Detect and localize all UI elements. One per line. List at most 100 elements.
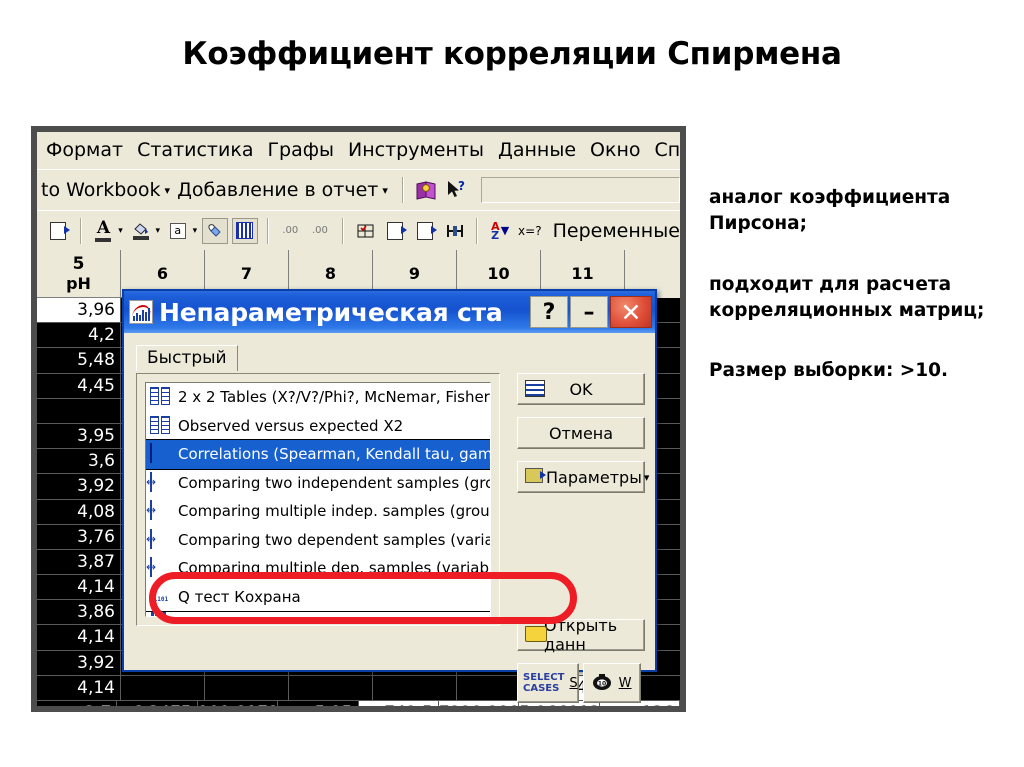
list-item-label: Correlations (Spearman, Kendall tau, gam… [178,445,490,464]
add-to-report-label[interactable]: Добавление в отчет [177,179,378,201]
cell-ph[interactable]: 3,87 [37,549,121,575]
help-cursor-icon[interactable]: ? [443,177,469,203]
cell-value[interactable]: 6.3475 [117,701,198,706]
menu-item-statistics[interactable]: Статистика [130,132,260,167]
column-header-5[interactable]: 5 pH [37,250,121,298]
cell-ph[interactable]: 3,96 [37,298,121,323]
brush-icon[interactable] [202,217,228,244]
cell-value[interactable]: 742.5 [358,701,439,706]
nonparametric-statistics-dialog[interactable]: Непараметрическая ста ? – ✕ Быстрый 2 x … [122,289,657,703]
cell-format-icon[interactable]: a [165,218,191,244]
add-cases-icon[interactable] [382,218,408,244]
list-item[interactable]: Comparing two dependent samples (variabl… [146,526,490,555]
cell-ph[interactable] [37,398,121,423]
menu-item-help[interactable]: Сп [648,132,681,167]
ok-icon [525,380,545,397]
cell-ph[interactable]: 4,08 [37,499,121,524]
book-icon[interactable] [413,177,439,203]
dialog-title-bar[interactable]: Непараметрическая ста ? – ✕ [124,291,655,333]
menu-item-tools[interactable]: Инструменты [341,132,491,167]
open-data-button[interactable]: Открыть данн [517,616,645,654]
chevron-down-icon[interactable]: ▾ [193,226,198,236]
menu-item-data[interactable]: Данные [491,132,583,167]
options-button[interactable]: Параметры ▾ [517,461,649,493]
menu-item-graphs[interactable]: Графы [260,132,341,167]
close-button[interactable]: ✕ [610,296,652,328]
list-item[interactable]: Observed versus expected X2 [146,412,490,441]
cell-ph[interactable]: 4,14 [37,575,121,600]
svg-text:?: ? [458,180,465,193]
weight-shortcut: W [618,675,632,691]
cell-ph[interactable]: 3,95 [37,423,121,449]
fill-color-icon[interactable] [128,218,154,244]
add-to-workbook-label[interactable]: to Workbook [41,179,161,201]
cell-ph[interactable]: 3,76 [37,524,121,549]
weight-button[interactable]: 10 W [582,663,641,703]
help-button[interactable]: ? [530,296,568,328]
formula-label: x=? [518,223,542,238]
cell-value[interactable]: 7229.221 [438,701,520,706]
cell-ph[interactable]: 4,45 [37,373,121,398]
cancel-label: Отмена [548,423,614,443]
toolbar-primary: to Workbook ▾ Добавление в отчет ▾ ? [37,169,680,210]
cell-ph[interactable]: 3,92 [37,474,121,499]
list-item[interactable]: Comparing multiple indep. samples (group… [146,497,490,526]
formula-icon[interactable]: x=? [517,218,543,244]
toolbar-separator [79,217,82,244]
formula-entry-field[interactable] [480,177,680,203]
cell-ph[interactable]: 3,7 [37,701,118,706]
cell-ph[interactable]: 5,48 [37,348,121,373]
cell-value[interactable] [121,675,205,700]
increase-decimal-icon[interactable]: .00 [307,218,333,244]
chevron-down-icon[interactable]: ▾ [165,184,171,197]
open-data-label: Открыть данн [544,616,618,654]
cancel-button[interactable]: Отмена [517,417,645,449]
minimize-button[interactable]: – [570,296,608,328]
options-icon [525,468,546,483]
correlations-icon [150,443,172,464]
chevron-down-icon[interactable]: ▾ [155,226,160,236]
cell-ph[interactable]: 4,14 [37,675,121,700]
menu-item-window[interactable]: Окно [583,132,647,167]
page-title: Коэффициент корреляции Спирмена [182,36,842,72]
cell-ph[interactable]: 4,14 [37,625,121,650]
cell-value[interactable]: 5.25 [278,701,359,706]
case-marker-icon[interactable] [353,218,379,244]
note-3: Размер выборки: >10. [709,360,949,382]
cell-value[interactable] [289,675,373,700]
decrease-decimal-icon[interactable]: .00 [278,218,304,244]
cell-value[interactable] [205,675,289,700]
chevron-down-icon[interactable]: ▾ [382,184,388,197]
menu-item-format[interactable]: Формат [39,132,130,167]
chevron-down-icon[interactable]: ▾ [118,226,123,236]
sort-az-icon[interactable]: A Z ▼ [487,218,513,244]
document-properties-icon[interactable] [45,218,71,244]
variables-label[interactable]: Переменные [553,220,680,242]
grid-icon[interactable] [231,217,258,244]
add-variables-icon[interactable] [412,218,438,244]
chevron-down-icon[interactable]: ▾ [644,471,650,484]
list-item-label: Q тест Кохрана [178,587,301,606]
list-item[interactable]: 011011001001010 Q тест Кохрана [146,583,490,612]
list-item[interactable]: Comparing two independent samples (group… [146,469,490,498]
ok-button[interactable]: OK [517,373,645,405]
cell-value[interactable] [373,675,457,700]
list-item[interactable]: 2 x 2 Tables (X?/V?/Phi?, McNemar, Fishe… [146,383,490,412]
analysis-list[interactable]: 2 x 2 Tables (X?/V?/Phi?, McNemar, Fishe… [145,382,491,617]
font-color-icon[interactable]: A [91,218,117,244]
two-dep-samples-icon [150,528,172,550]
list-item[interactable]: Correlations (Spearman, Kendall tau, gam… [146,439,490,470]
weight-cases-icon[interactable] [442,218,468,244]
cell-ph[interactable]: 3,86 [37,600,121,625]
cell-ph[interactable]: 3,92 [37,650,121,675]
cell-ph[interactable]: 3,6 [37,449,121,474]
cell-value[interactable]: 109.81717 [197,701,279,706]
notes-panel: аналог коэффициента Пирсона; подходит дл… [709,185,1009,384]
select-cases-button[interactable]: SELECT CASES S [517,663,579,703]
list-item[interactable]: Ordinal descriptive statistics (median, … [146,611,490,616]
list-item[interactable]: Comparing multiple dep. samples (variabl… [146,554,490,583]
cell-ph[interactable]: 4,2 [37,323,121,348]
multi-dep-samples-icon [150,557,172,578]
column-number: 7 [240,264,253,283]
tab-quick[interactable]: Быстрый [136,345,238,371]
